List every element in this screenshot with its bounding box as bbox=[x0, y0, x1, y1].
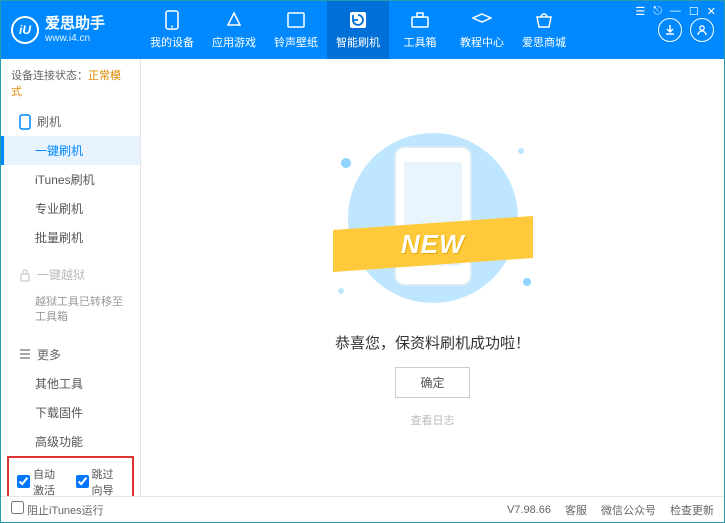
sidebar-item-pro-flash[interactable]: 专业刷机 bbox=[1, 194, 140, 223]
update-link[interactable]: 检查更新 bbox=[670, 502, 714, 518]
logo: iU 爱思助手 www.i4.cn bbox=[11, 16, 141, 44]
skip-guide-checkbox[interactable]: 跳过向导 bbox=[76, 466, 125, 496]
header-label: 一键越狱 bbox=[37, 266, 85, 283]
sidebar-item-advanced[interactable]: 高级功能 bbox=[1, 427, 140, 456]
sidebar-jailbreak-header: 一键越狱 bbox=[1, 260, 140, 289]
sidebar-flash-header[interactable]: 刷机 bbox=[1, 107, 140, 136]
connection-status: 设备连接状态：正常模式 bbox=[1, 59, 140, 107]
apps-icon bbox=[224, 10, 244, 30]
success-message: 恭喜您，保资料刷机成功啦！ bbox=[335, 332, 530, 353]
block-itunes-checkbox[interactable]: 阻止iTunes运行 bbox=[11, 501, 104, 518]
toolbox-icon bbox=[410, 10, 430, 30]
app-window: ☰ ⎋ — ☐ ✕ iU 爱思助手 www.i4.cn 我的设备 应用游戏 bbox=[0, 0, 725, 523]
options-highlighted: 自动激活 跳过向导 bbox=[7, 456, 134, 496]
statusbar: 阻止iTunes运行 V7.98.66 客服 微信公众号 检查更新 bbox=[1, 496, 724, 522]
header-label: 更多 bbox=[37, 346, 61, 363]
user-icon[interactable] bbox=[690, 18, 714, 42]
checkbox-label: 自动激活 bbox=[33, 466, 66, 496]
phone-icon bbox=[162, 10, 182, 30]
phone-icon bbox=[19, 114, 31, 130]
nav-label: 爱思商城 bbox=[522, 34, 566, 50]
sidebar: 设备连接状态：正常模式 刷机 一键刷机 iTunes刷机 专业刷机 批量刷机 一… bbox=[1, 59, 141, 496]
ribbon-text: NEW bbox=[401, 228, 465, 259]
nav-label: 教程中心 bbox=[460, 34, 504, 50]
nav-label: 我的设备 bbox=[150, 34, 194, 50]
main-content: NEW 恭喜您，保资料刷机成功啦！ 确定 查看日志 bbox=[141, 59, 724, 496]
nav-ringtones[interactable]: 铃声壁纸 bbox=[265, 1, 327, 59]
nav-label: 应用游戏 bbox=[212, 34, 256, 50]
nav-my-device[interactable]: 我的设备 bbox=[141, 1, 203, 59]
body: 设备连接状态：正常模式 刷机 一键刷机 iTunes刷机 专业刷机 批量刷机 一… bbox=[1, 59, 724, 496]
close-icon[interactable]: ✕ bbox=[707, 5, 716, 18]
version-label: V7.98.66 bbox=[507, 504, 551, 516]
confirm-button[interactable]: 确定 bbox=[395, 367, 469, 398]
nav-label: 智能刷机 bbox=[336, 34, 380, 50]
sidebar-more-header[interactable]: 更多 bbox=[1, 340, 140, 369]
nav-tutorials[interactable]: 教程中心 bbox=[451, 1, 513, 59]
view-log-link[interactable]: 查看日志 bbox=[411, 412, 455, 428]
checkbox-label: 跳过向导 bbox=[92, 466, 125, 496]
checkbox-label: 阻止iTunes运行 bbox=[27, 505, 104, 517]
minimize-icon[interactable]: — bbox=[670, 5, 681, 18]
nav-apps[interactable]: 应用游戏 bbox=[203, 1, 265, 59]
connection-label: 设备连接状态： bbox=[11, 70, 88, 82]
maximize-icon[interactable]: ☐ bbox=[689, 5, 699, 18]
sidebar-item-batch-flash[interactable]: 批量刷机 bbox=[1, 223, 140, 252]
nav-smart-flash[interactable]: 智能刷机 bbox=[327, 1, 389, 59]
app-title: 爱思助手 bbox=[45, 16, 105, 33]
wechat-link[interactable]: 微信公众号 bbox=[601, 502, 656, 518]
download-icon[interactable] bbox=[658, 18, 682, 42]
sidebar-item-oneclick-flash[interactable]: 一键刷机 bbox=[1, 136, 140, 165]
checkbox[interactable] bbox=[76, 475, 89, 488]
menu-icon[interactable]: ☰ bbox=[635, 5, 645, 18]
wallpaper-icon bbox=[286, 10, 306, 30]
nav-store[interactable]: 爱思商城 bbox=[513, 1, 575, 59]
titlebar-right bbox=[658, 18, 714, 42]
checkbox[interactable] bbox=[17, 475, 30, 488]
support-link[interactable]: 客服 bbox=[565, 502, 587, 518]
success-illustration: NEW bbox=[323, 128, 543, 318]
top-nav: 我的设备 应用游戏 铃声壁纸 智能刷机 工具箱 教程中心 bbox=[141, 1, 658, 59]
auto-activate-checkbox[interactable]: 自动激活 bbox=[17, 466, 66, 496]
header-label: 刷机 bbox=[37, 113, 61, 130]
graduation-icon bbox=[472, 10, 492, 30]
nav-label: 铃声壁纸 bbox=[274, 34, 318, 50]
nav-label: 工具箱 bbox=[404, 34, 437, 50]
jailbreak-note: 越狱工具已转移至工具箱 bbox=[1, 289, 140, 332]
refresh-icon bbox=[348, 10, 368, 30]
pin-icon[interactable]: ⎋ bbox=[653, 5, 662, 18]
store-icon bbox=[534, 10, 554, 30]
window-controls: ☰ ⎋ — ☐ ✕ bbox=[635, 5, 716, 18]
titlebar: ☰ ⎋ — ☐ ✕ iU 爱思助手 www.i4.cn 我的设备 应用游戏 bbox=[1, 1, 724, 59]
list-icon bbox=[19, 348, 31, 360]
sidebar-item-other-tools[interactable]: 其他工具 bbox=[1, 369, 140, 398]
app-url: www.i4.cn bbox=[45, 33, 105, 44]
sidebar-item-itunes-flash[interactable]: iTunes刷机 bbox=[1, 165, 140, 194]
nav-toolbox[interactable]: 工具箱 bbox=[389, 1, 451, 59]
checkbox[interactable] bbox=[11, 501, 24, 514]
logo-icon: iU bbox=[11, 16, 39, 44]
sidebar-item-download-firmware[interactable]: 下载固件 bbox=[1, 398, 140, 427]
lock-icon bbox=[19, 268, 31, 282]
